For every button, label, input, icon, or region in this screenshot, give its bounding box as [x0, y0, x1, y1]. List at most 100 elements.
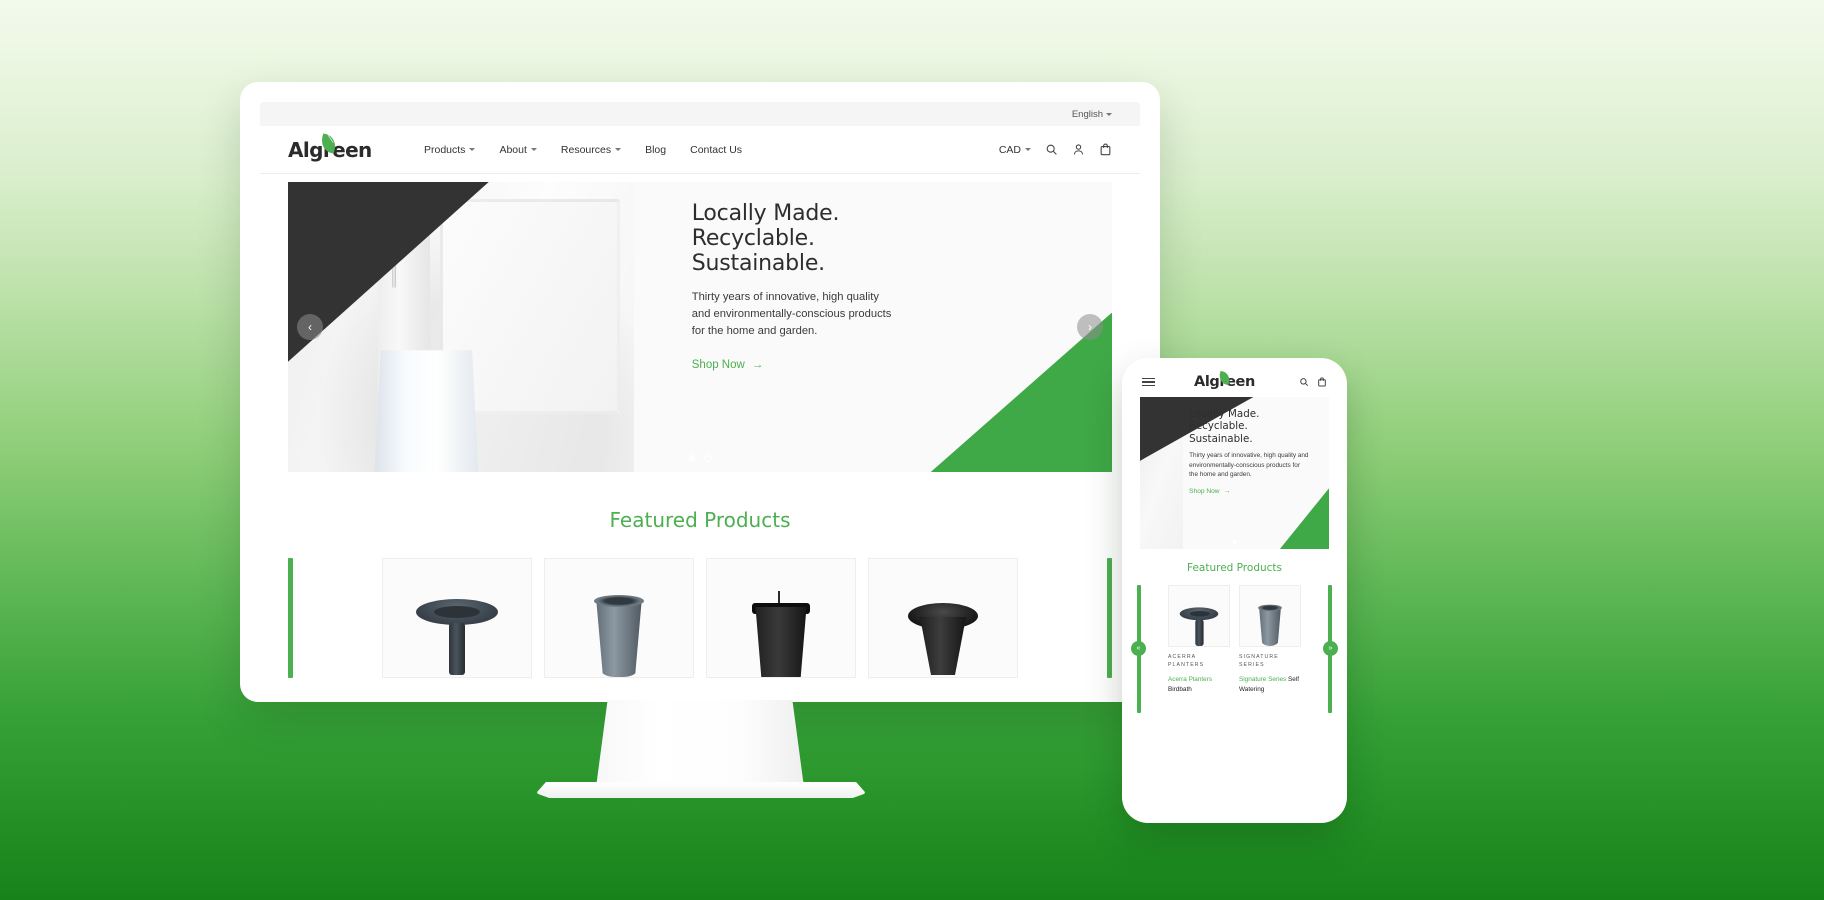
- nav-label: Products: [424, 143, 466, 156]
- mobile-product-name-green: Acerra Planters: [1168, 675, 1213, 683]
- hero-heading-line-3: Sustainable.: [691, 250, 825, 276]
- product-cards: [305, 558, 1095, 678]
- currency-selector[interactable]: CAD: [999, 144, 1031, 156]
- mobile-product-name: Signature Series Self Watering: [1239, 675, 1301, 695]
- nav-item-resources[interactable]: Resources: [560, 143, 622, 156]
- mobile-hero-heading-line-3: Sustainable.: [1189, 432, 1253, 445]
- product-image-square-planter: [736, 589, 826, 677]
- mobile-carousel-prev-button[interactable]: «: [1131, 641, 1146, 656]
- carousel-left-bar[interactable]: [288, 558, 293, 678]
- mobile-product-name-dark: Birdbath: [1168, 685, 1192, 693]
- hero-heading-line-2: Recyclable.: [691, 225, 815, 251]
- main-navigation: Products About Resources Blog Contact Us: [424, 144, 742, 156]
- carousel-dots: [688, 455, 712, 462]
- mobile-featured-products-row: « » ACERRA PLANTERS Acerra Planters Bird…: [1131, 585, 1338, 713]
- nav-item-products[interactable]: Products: [424, 143, 476, 156]
- currency-label: CAD: [998, 143, 1021, 156]
- nav-item-contact-us[interactable]: Contact Us: [690, 144, 742, 156]
- chevron-double-right-icon: »: [1328, 645, 1333, 652]
- mobile-product-category: SIGNATURE SERIES: [1239, 654, 1279, 668]
- site-topbar: English: [260, 102, 1140, 126]
- nav-label: Blog: [645, 143, 667, 156]
- hamburger-icon[interactable]: [1142, 377, 1155, 387]
- product-image-vase: [1251, 602, 1290, 646]
- product-card-urn[interactable]: [868, 558, 1018, 678]
- mobile-carousel-next-button[interactable]: »: [1323, 641, 1338, 656]
- mobile-hero-content: Locally Made. Recyclable. Sustainable. T…: [1189, 408, 1310, 498]
- mobile-product-name-green: Signature Series: [1239, 675, 1287, 683]
- mobile-product-item-acerra[interactable]: ACERRA PLANTERS Acerra Planters Birdbath: [1168, 585, 1230, 694]
- chevron-right-icon: ›: [1088, 320, 1092, 334]
- search-icon[interactable]: [1299, 377, 1309, 387]
- nav-label: Contact Us: [690, 143, 743, 156]
- chevron-down-icon: [1106, 112, 1112, 116]
- mobile-hero-subtext: Thirty years of innovative, high quality…: [1189, 452, 1309, 479]
- site-header: Algreen Products About Resources Blog: [260, 126, 1140, 174]
- mobile-hero-heading-line-1: Locally Made.: [1189, 408, 1260, 420]
- carousel-next-button[interactable]: ›: [1077, 314, 1103, 340]
- nav-item-blog[interactable]: Blog: [645, 144, 666, 156]
- hero-content: Locally Made. Recyclable. Sustainable. T…: [691, 201, 1055, 373]
- search-icon[interactable]: [1045, 143, 1058, 156]
- product-image-vase: [574, 589, 664, 677]
- shop-now-label: Shop Now: [1189, 487, 1220, 495]
- mobile-carousel-dot-1[interactable]: [1232, 540, 1237, 544]
- nav-label: Resources: [560, 143, 612, 156]
- monitor-screen: English Algreen Products About R: [260, 102, 1140, 682]
- chevron-down-icon: [530, 148, 537, 151]
- shop-now-label: Shop Now: [691, 358, 745, 371]
- mobile-hero-heading-line-2: Recyclable.: [1189, 420, 1248, 433]
- language-selector[interactable]: English: [1072, 109, 1112, 120]
- mobile-product-card[interactable]: [1239, 585, 1301, 647]
- desktop-monitor-mockup: English Algreen Products About R: [240, 82, 1160, 798]
- product-image-birdbath: [1179, 602, 1219, 646]
- mobile-phone-mockup: Algreen Locally Made. Recyclable. Sustai…: [1122, 358, 1347, 823]
- carousel-dot-1[interactable]: [688, 455, 696, 462]
- hero-subtext: Thirty years of innovative, high quality…: [691, 290, 892, 338]
- mobile-product-card[interactable]: [1168, 585, 1230, 647]
- featured-products-row: [260, 558, 1140, 678]
- nav-label: About: [499, 143, 527, 156]
- product-card-vase[interactable]: [544, 558, 694, 678]
- hero-carousel: Locally Made. Recyclable. Sustainable. T…: [288, 182, 1112, 472]
- hero-photo: [288, 182, 635, 472]
- carousel-prev-button[interactable]: ‹: [297, 314, 323, 340]
- product-image-birdbath: [412, 589, 502, 677]
- hero-heading-line-1: Locally Made.: [691, 201, 840, 226]
- language-label: English: [1071, 108, 1103, 120]
- mobile-featured-products-title: Featured Products: [1186, 562, 1283, 574]
- mobile-hero-heading: Locally Made. Recyclable. Sustainable.: [1189, 408, 1310, 445]
- mobile-header: Algreen: [1131, 367, 1338, 397]
- mobile-site-logo[interactable]: Algreen: [1194, 370, 1260, 391]
- bag-icon[interactable]: [1099, 143, 1112, 156]
- carousel-dot-2[interactable]: [704, 455, 712, 462]
- mobile-product-item-signature[interactable]: SIGNATURE SERIES Signature Series Self W…: [1239, 585, 1301, 694]
- carousel-right-bar[interactable]: [1107, 558, 1112, 678]
- mobile-shop-now-button[interactable]: Shop Now →: [1189, 488, 1230, 495]
- mobile-hero-carousel: Locally Made. Recyclable. Sustainable. T…: [1140, 397, 1329, 549]
- arrow-right-icon: →: [751, 358, 764, 371]
- product-card-birdbath[interactable]: [382, 558, 532, 678]
- monitor-stand: [595, 700, 805, 795]
- nav-item-about[interactable]: About: [499, 143, 537, 156]
- phone-screen: Algreen Locally Made. Recyclable. Sustai…: [1131, 367, 1338, 814]
- bag-icon[interactable]: [1317, 377, 1327, 387]
- chevron-down-icon: [615, 148, 622, 151]
- monitor-base: [536, 782, 866, 798]
- mobile-product-category: ACERRA PLANTERS: [1168, 654, 1205, 668]
- chevron-double-left-icon: «: [1136, 645, 1141, 652]
- chevron-down-icon: [469, 148, 476, 151]
- mobile-product-name: Acerra Planters Birdbath: [1168, 675, 1230, 695]
- hero-heading: Locally Made. Recyclable. Sustainable.: [691, 201, 1055, 277]
- chevron-left-icon: ‹: [308, 320, 312, 334]
- arrow-right-icon: →: [1223, 487, 1231, 495]
- header-actions: CAD: [999, 143, 1112, 156]
- account-icon[interactable]: [1072, 143, 1085, 156]
- chevron-down-icon: [1025, 148, 1031, 151]
- white-planter: [374, 350, 479, 472]
- product-card-square-planter[interactable]: [706, 558, 856, 678]
- mobile-carousel-dots: [1232, 540, 1237, 544]
- featured-products-title: Featured Products: [609, 508, 791, 532]
- shop-now-button[interactable]: Shop Now →: [692, 359, 764, 371]
- site-logo[interactable]: Algreen: [288, 132, 372, 164]
